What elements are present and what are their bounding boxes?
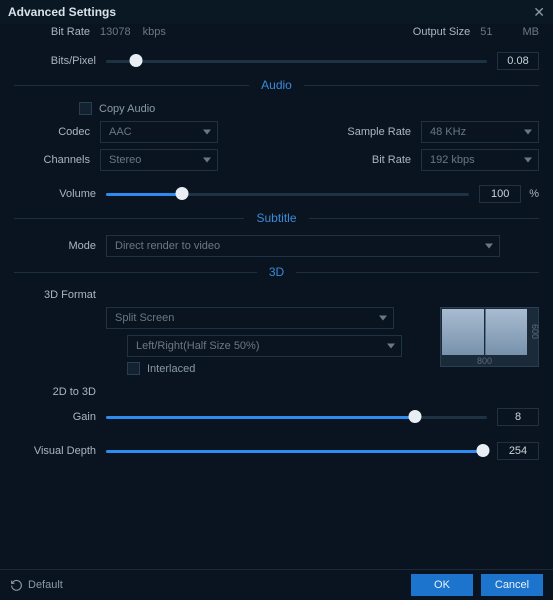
bitspixel-label: Bits/Pixel (14, 55, 106, 67)
codec-label: Codec (14, 126, 100, 138)
bitrate-unit: kbps (143, 26, 166, 38)
depth-slider[interactable] (106, 443, 487, 459)
audio-bitrate-select[interactable]: 192 kbps (421, 149, 539, 171)
default-button[interactable]: Default (10, 579, 63, 592)
footer: Default OK Cancel (0, 569, 553, 600)
samplerate-label: Sample Rate (335, 126, 421, 138)
interlaced-checkbox[interactable] (127, 362, 140, 375)
subtitle-heading: Subtitle (244, 211, 308, 225)
mode-label: Mode (14, 240, 106, 252)
audio-heading: Audio (249, 78, 304, 92)
3d-preview: 800 600 (440, 307, 539, 367)
content-area: Bit Rate 13078 kbps Output Size 51 MB Bi… (0, 24, 553, 569)
channels-select[interactable]: Stereo (100, 149, 218, 171)
chevron-down-icon (524, 130, 532, 135)
volume-unit: % (529, 188, 539, 200)
window-title: Advanced Settings (8, 5, 116, 19)
depth-label: Visual Depth (14, 445, 106, 457)
volume-slider[interactable] (106, 186, 469, 202)
copy-audio-checkbox[interactable] (79, 102, 92, 115)
reset-icon (10, 579, 23, 592)
bitrate-value: 13078 (100, 26, 131, 38)
chevron-down-icon (485, 244, 493, 249)
outputsize-unit: MB (523, 26, 540, 38)
copy-audio-label: Copy Audio (99, 103, 155, 115)
mode-select[interactable]: Direct render to video (106, 235, 500, 257)
3d-heading: 3D (257, 265, 296, 279)
gain-value[interactable]: 8 (497, 408, 539, 426)
3d-subformat-select[interactable]: Left/Right(Half Size 50%) (127, 335, 402, 357)
preview-height: 600 (530, 308, 540, 356)
bitrate-label: Bit Rate (14, 26, 100, 38)
chevron-down-icon (379, 316, 387, 321)
default-label: Default (28, 579, 63, 591)
chevron-down-icon (387, 344, 395, 349)
outputsize-label: Output Size (394, 26, 480, 38)
chevron-down-icon (203, 158, 211, 163)
channels-label: Channels (14, 154, 100, 166)
preview-width: 800 (441, 356, 528, 366)
audio-bitrate-label: Bit Rate (335, 154, 421, 166)
chevron-down-icon (524, 158, 532, 163)
volume-value[interactable]: 100 (479, 185, 521, 203)
3d-format-label: 3D Format (14, 289, 106, 301)
outputsize-value: 51 (480, 26, 492, 38)
bitspixel-slider[interactable] (106, 53, 487, 69)
2dto3d-label: 2D to 3D (14, 386, 106, 398)
interlaced-label: Interlaced (147, 363, 195, 375)
depth-value[interactable]: 254 (497, 442, 539, 460)
cancel-button[interactable]: Cancel (481, 574, 543, 596)
gain-slider[interactable] (106, 409, 487, 425)
samplerate-select[interactable]: 48 KHz (421, 121, 539, 143)
bitspixel-value[interactable]: 0.08 (497, 52, 539, 70)
gain-label: Gain (14, 411, 106, 423)
3d-format-select[interactable]: Split Screen (106, 307, 394, 329)
codec-select[interactable]: AAC (100, 121, 218, 143)
chevron-down-icon (203, 130, 211, 135)
ok-button[interactable]: OK (411, 574, 473, 596)
volume-label: Volume (14, 188, 106, 200)
close-icon[interactable]: ✕ (533, 4, 545, 21)
title-bar: Advanced Settings ✕ (0, 0, 553, 24)
